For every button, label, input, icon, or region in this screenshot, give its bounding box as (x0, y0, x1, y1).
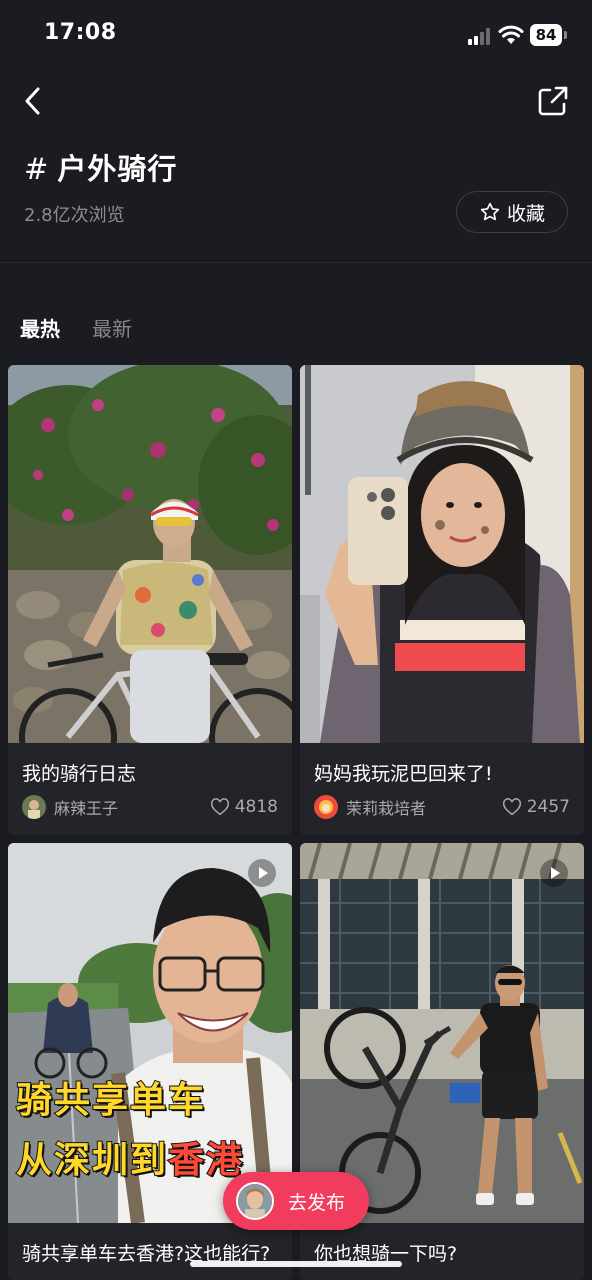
divider (0, 262, 592, 263)
overlay-text-red: 香港 (167, 1139, 245, 1182)
wifi-icon (498, 25, 524, 44)
like-count[interactable]: 2457 (502, 797, 570, 817)
like-count[interactable]: 4818 (210, 797, 278, 817)
author-name: 茉莉栽培者 (346, 799, 427, 818)
post-card[interactable]: 我的骑行日志 麻辣王子 4818 (8, 365, 292, 835)
view-count: 2.8亿次浏览 (24, 205, 125, 226)
overlay-text-yellow: 从深圳到 (15, 1139, 169, 1182)
post-image (300, 365, 584, 743)
tab-latest[interactable]: 最新 (92, 313, 132, 342)
favorite-label: 收藏 (506, 202, 545, 225)
video-overlay-caption: 从深圳到香港 (15, 1131, 245, 1183)
video-play-icon (248, 859, 276, 887)
post-meta: 茉莉栽培者 2457 (314, 795, 570, 819)
battery-icon: 84 (530, 24, 567, 46)
topic-name: 户外骑行 (57, 152, 178, 186)
video-play-icon (540, 859, 568, 887)
topic-title: # 户外骑行 (24, 146, 177, 188)
publish-button[interactable]: 去发布 (223, 1172, 369, 1230)
post-image (300, 843, 584, 1223)
star-icon (480, 202, 500, 221)
video-overlay-caption: 骑共享单车 (15, 1079, 207, 1122)
post-title: 妈妈我玩泥巴回来了! (314, 763, 493, 785)
post-meta: 麻辣王子 4818 (22, 795, 278, 819)
user-avatar (236, 1182, 274, 1220)
heart-icon (502, 798, 521, 816)
post-image (8, 365, 292, 743)
avatar (22, 795, 46, 819)
like-count-value: 2457 (526, 797, 570, 817)
avatar (314, 795, 338, 819)
hashtag-symbol: # (24, 152, 50, 186)
cellular-signal-icon (468, 27, 492, 45)
back-arrow-icon[interactable] (18, 84, 48, 118)
post-card[interactable]: 妈妈我玩泥巴回来了! 茉莉栽培者 2457 (300, 365, 584, 835)
tab-hot[interactable]: 最热 (20, 313, 60, 342)
author-name: 麻辣王子 (54, 799, 119, 818)
status-bar: 17:08 84 (0, 0, 592, 70)
heart-icon (210, 798, 229, 816)
post-title: 我的骑行日志 (22, 763, 137, 785)
home-indicator (190, 1261, 402, 1267)
favorite-button[interactable]: 收藏 (456, 191, 568, 233)
status-time: 17:08 (44, 20, 117, 45)
like-count-value: 4818 (234, 797, 278, 817)
share-icon[interactable] (536, 84, 570, 118)
publish-label: 去发布 (288, 1191, 346, 1214)
